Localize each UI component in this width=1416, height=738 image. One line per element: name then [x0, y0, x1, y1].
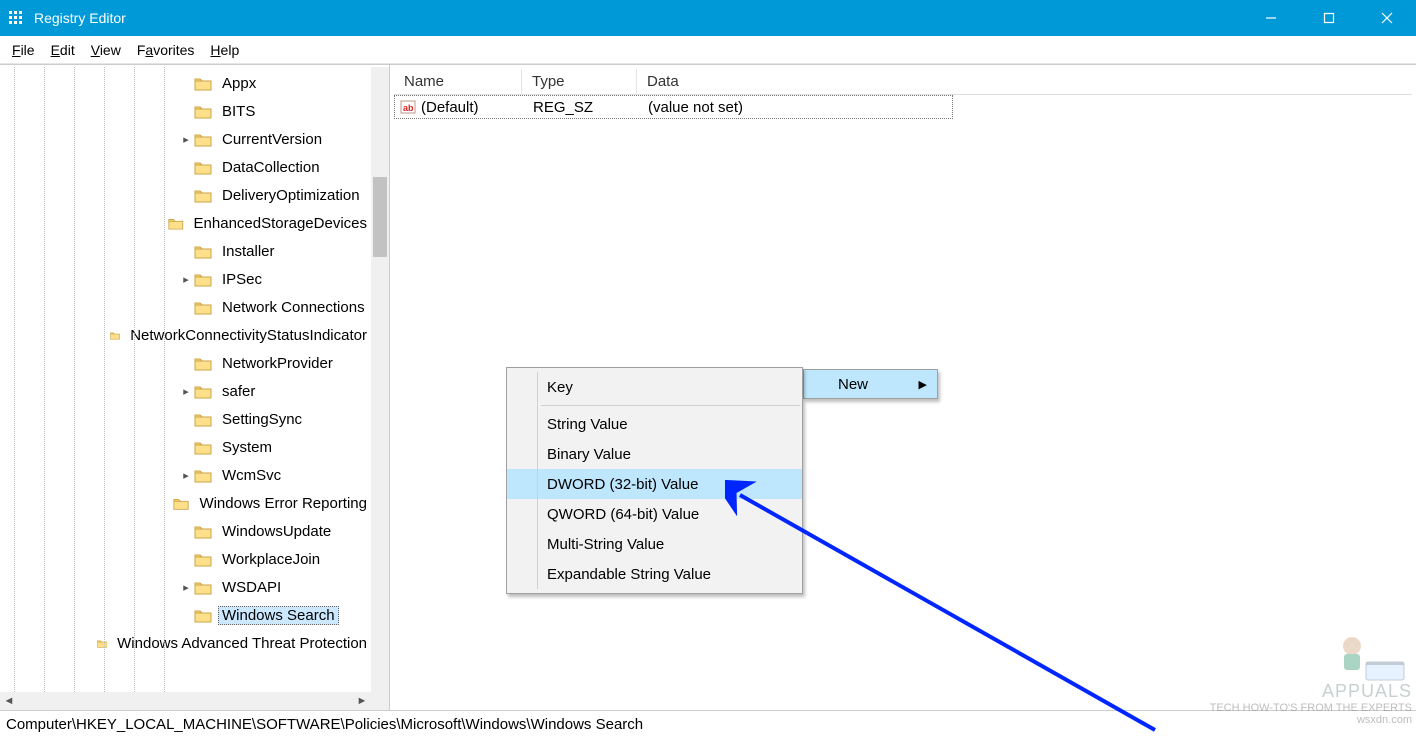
scroll-thumb[interactable] [373, 177, 387, 257]
tree-item-label: Windows Search [218, 606, 339, 625]
tree-item-label: BITS [218, 102, 259, 121]
menu-edit[interactable]: Edit [43, 40, 83, 60]
maximize-button[interactable] [1300, 0, 1358, 36]
minimize-button[interactable] [1242, 0, 1300, 36]
expander-icon[interactable]: ▸ [178, 385, 194, 398]
menu-help[interactable]: Help [202, 40, 247, 60]
tree-item[interactable]: Installer [0, 237, 371, 265]
tree-item[interactable]: ▸ CurrentVersion [0, 125, 371, 153]
tree-item[interactable]: BITS [0, 97, 371, 125]
column-data[interactable]: Data [637, 69, 953, 94]
menu-item-binary-value[interactable]: Binary Value [507, 439, 802, 469]
app-icon [8, 10, 24, 26]
menu-item-dword-value[interactable]: DWORD (32-bit) Value [507, 469, 802, 499]
tree-item[interactable]: WorkplaceJoin [0, 545, 371, 573]
tree-item[interactable]: EnhancedStorageDevices [0, 209, 371, 237]
expander-icon[interactable]: ▸ [178, 581, 194, 594]
scroll-right-icon[interactable]: ► [353, 692, 371, 710]
tree-item-label: Appx [218, 74, 260, 93]
tree-item-label: EnhancedStorageDevices [190, 214, 371, 233]
title-bar: Registry Editor [0, 0, 1416, 36]
submenu-arrow-icon: ▶ [919, 378, 927, 391]
window-controls [1242, 0, 1416, 36]
tree-item-label: Network Connections [218, 298, 369, 317]
tree-item[interactable]: Network Connections [0, 293, 371, 321]
tree-item-label: IPSec [218, 270, 266, 289]
svg-text:ab: ab [403, 103, 414, 113]
window-title: Registry Editor [34, 10, 1242, 26]
tree-item[interactable]: SettingSync [0, 405, 371, 433]
value-type: REG_SZ [523, 99, 638, 116]
tree-item-label: CurrentVersion [218, 130, 326, 149]
menu-item-expandablestring-value[interactable]: Expandable String Value [507, 559, 802, 589]
column-name[interactable]: Name [394, 69, 522, 94]
tree-item-label: safer [218, 382, 259, 401]
tree-item-label: SettingSync [218, 410, 306, 429]
watermark-brand: APPUALS [1210, 682, 1412, 702]
context-menu-new-label: New [838, 376, 868, 393]
tree-item[interactable]: ▸ safer [0, 377, 371, 405]
tree-item-label: WSDAPI [218, 578, 285, 597]
tree-item-label: Installer [218, 242, 279, 261]
string-value-icon: ab [397, 99, 419, 115]
status-bar: Computer\HKEY_LOCAL_MACHINE\SOFTWARE\Pol… [0, 710, 1416, 738]
menu-favorites[interactable]: Favorites [129, 40, 203, 60]
watermark-tag: TECH HOW-TO'S FROM THE EXPERTS [1210, 702, 1412, 714]
tree-item[interactable]: ▸ IPSec [0, 265, 371, 293]
tree-item-label: DeliveryOptimization [218, 186, 364, 205]
menu-item-string-value[interactable]: String Value [507, 409, 802, 439]
expander-icon[interactable]: ▸ [178, 469, 194, 482]
tree-item-label: System [218, 438, 276, 457]
tree-item[interactable]: Windows Search [0, 601, 371, 629]
expander-icon[interactable]: ▸ [178, 133, 194, 146]
registry-tree[interactable]: Appx BITS ▸ CurrentVersion DataCollection Del… [0, 67, 371, 692]
tree-item-label: DataCollection [218, 158, 324, 177]
watermark-icon [1322, 628, 1412, 682]
new-submenu[interactable]: Key String Value Binary Value DWORD (32-… [506, 367, 803, 594]
tree-item[interactable]: Appx [0, 69, 371, 97]
tree-pane: Appx BITS ▸ CurrentVersion DataCollection Del… [0, 65, 390, 710]
tree-item[interactable]: System [0, 433, 371, 461]
tree-item-label: Windows Advanced Threat Protection [113, 634, 371, 653]
tree-item-label: WcmSvc [218, 466, 285, 485]
scroll-left-icon[interactable]: ◄ [0, 692, 18, 710]
menu-separator [541, 405, 800, 406]
tree-item[interactable]: DeliveryOptimization [0, 181, 371, 209]
column-headers[interactable]: Name Type Data [394, 69, 1412, 95]
expander-icon[interactable]: ▸ [178, 273, 194, 286]
tree-item-label: Windows Error Reporting [195, 494, 371, 513]
column-type[interactable]: Type [522, 69, 637, 94]
tree-item[interactable]: NetworkConnectivityStatusIndicator [0, 321, 371, 349]
tree-horizontal-scrollbar[interactable]: ◄ ► [0, 692, 371, 710]
watermark: APPUALS TECH HOW-TO'S FROM THE EXPERTS w… [1210, 628, 1412, 726]
tree-item-label: WorkplaceJoin [218, 550, 324, 569]
menu-item-key[interactable]: Key [507, 372, 802, 402]
tree-vertical-scrollbar[interactable] [371, 67, 389, 692]
menu-view[interactable]: View [83, 40, 129, 60]
tree-item-label: NetworkConnectivityStatusIndicator [126, 326, 371, 345]
tree-item[interactable]: ▸ WcmSvc [0, 461, 371, 489]
status-path: Computer\HKEY_LOCAL_MACHINE\SOFTWARE\Pol… [6, 716, 643, 733]
value-data: (value not set) [638, 99, 743, 116]
menu-item-qword-value[interactable]: QWORD (64-bit) Value [507, 499, 802, 529]
tree-item-label: NetworkProvider [218, 354, 337, 373]
tree-item[interactable]: Windows Error Reporting [0, 489, 371, 517]
close-button[interactable] [1358, 0, 1416, 36]
tree-item-label: WindowsUpdate [218, 522, 335, 541]
menu-item-multistring-value[interactable]: Multi-String Value [507, 529, 802, 559]
value-name: (Default) [419, 99, 523, 116]
tree-item[interactable]: DataCollection [0, 153, 371, 181]
context-menu[interactable]: New ▶ [803, 369, 938, 399]
value-row[interactable]: ab (Default) REG_SZ (value not set) [394, 95, 953, 119]
tree-item[interactable]: ▸ WSDAPI [0, 573, 371, 601]
tree-item[interactable]: Windows Advanced Threat Protection [0, 629, 371, 657]
menu-file[interactable]: File [4, 40, 43, 60]
context-menu-new[interactable]: New ▶ [804, 370, 937, 398]
menu-bar: File Edit View Favorites Help [0, 36, 1416, 64]
watermark-site: wsxdn.com [1210, 714, 1412, 726]
tree-item[interactable]: NetworkProvider [0, 349, 371, 377]
tree-item[interactable]: WindowsUpdate [0, 517, 371, 545]
